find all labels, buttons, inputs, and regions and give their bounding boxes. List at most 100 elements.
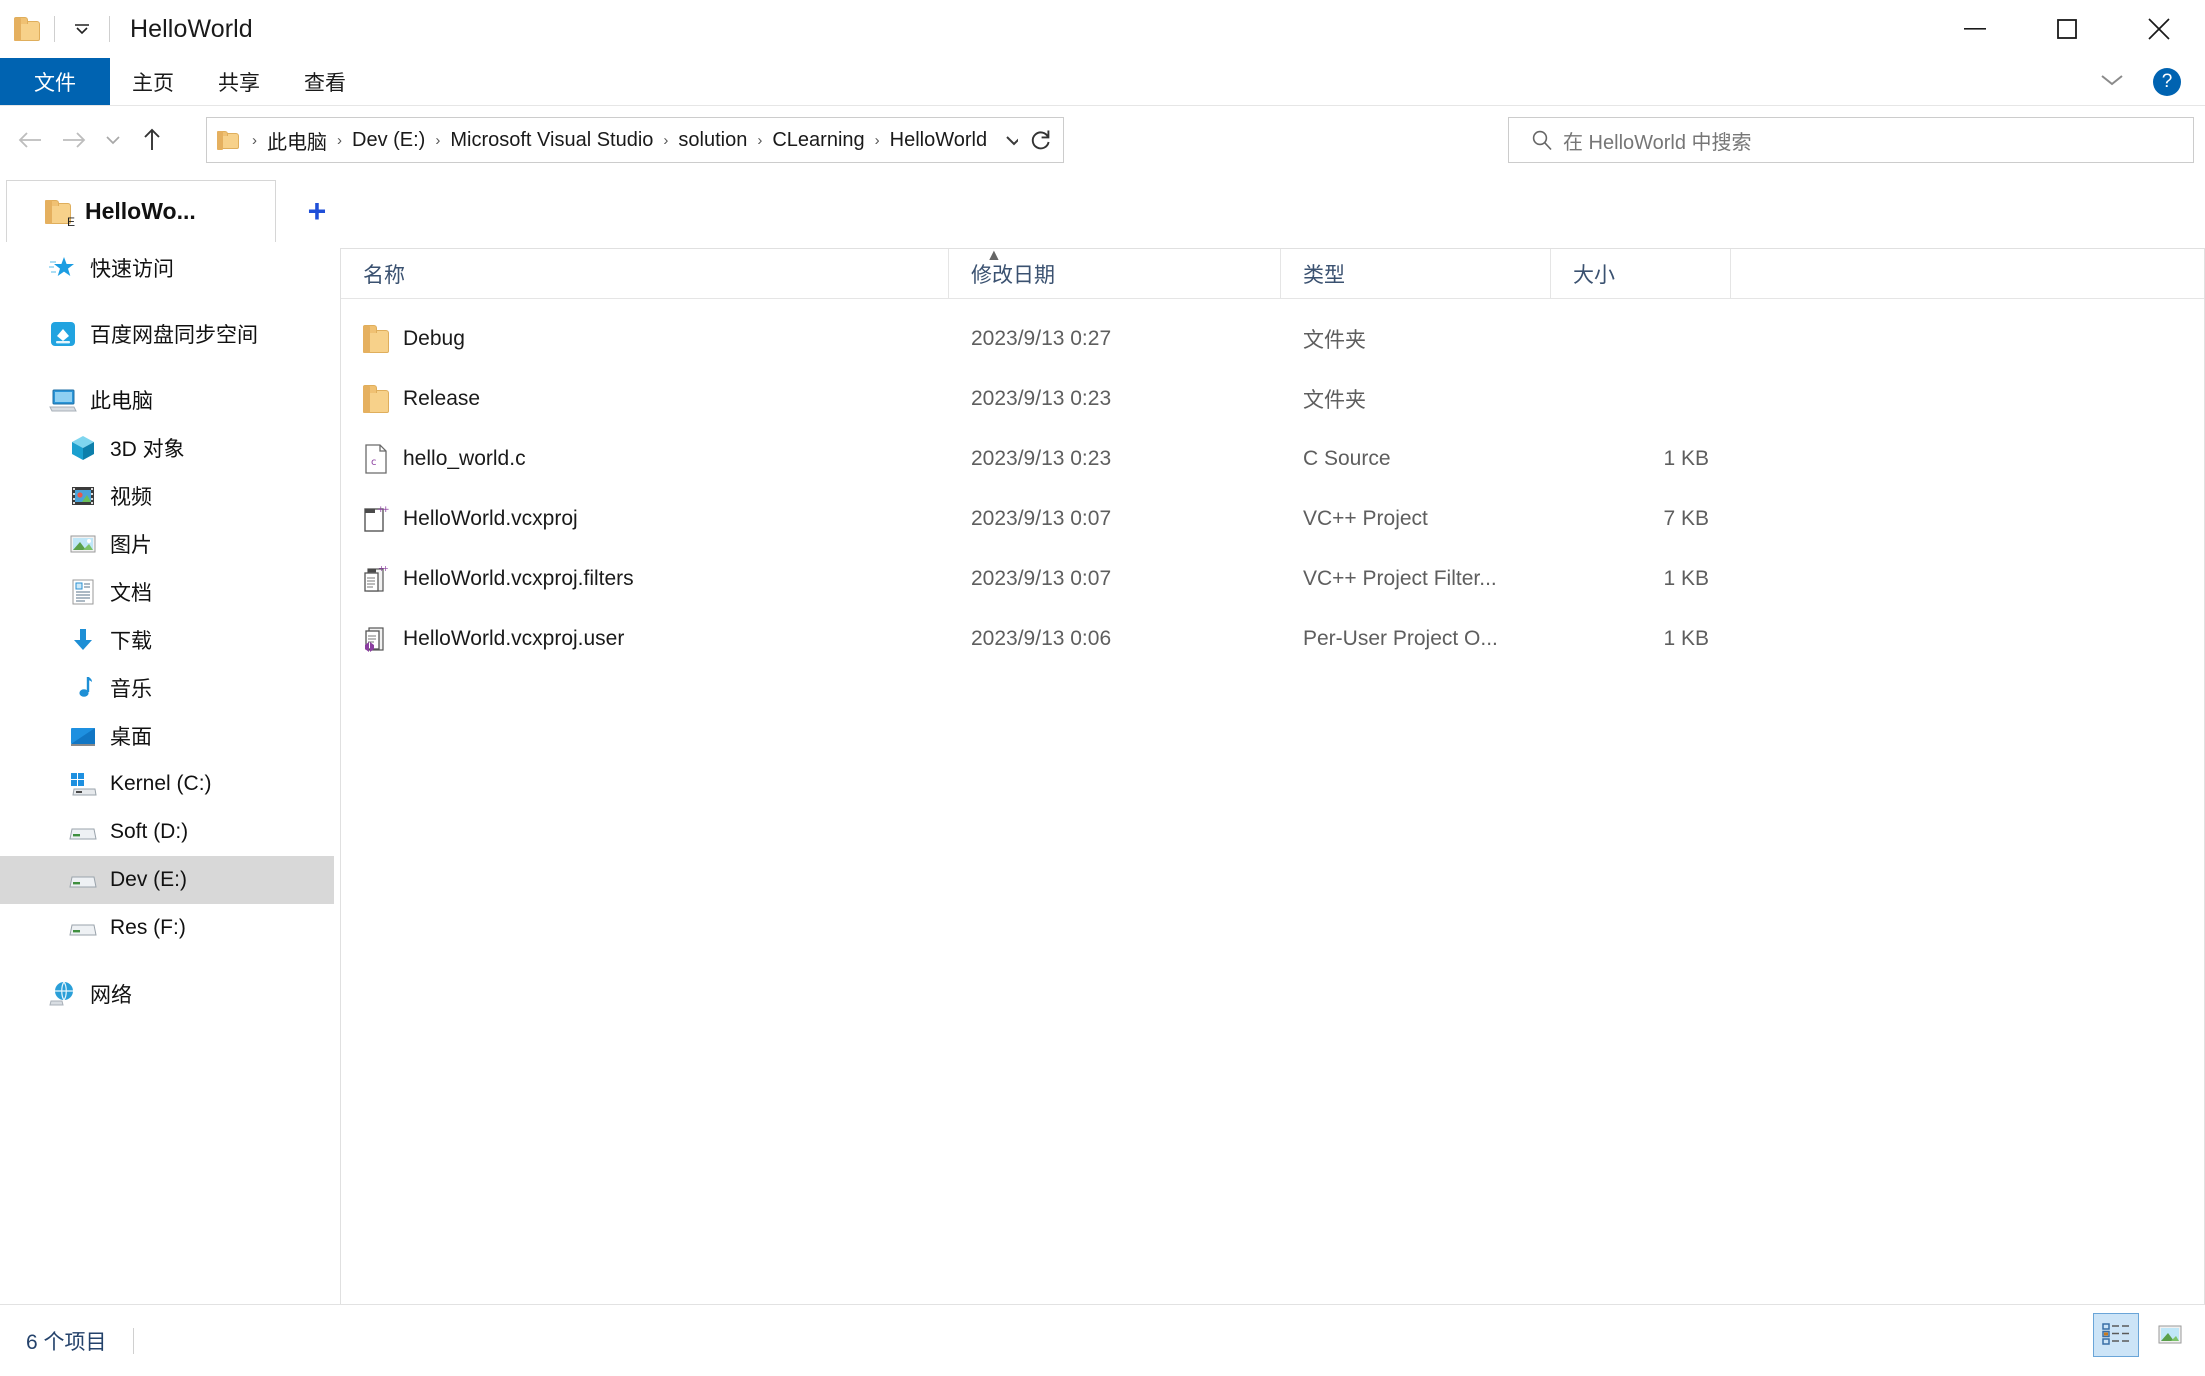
- search-icon: [1531, 129, 1553, 151]
- breadcrumb-item-5[interactable]: HelloWorld: [887, 127, 990, 154]
- table-row[interactable]: HelloWorld.vcxproj.user 2023/9/13 0:06 P…: [341, 609, 2204, 669]
- breadcrumb-item-2[interactable]: Microsoft Visual Studio: [447, 127, 656, 154]
- desktop-icon: [68, 721, 98, 751]
- quick-access-dropdown-icon[interactable]: [69, 16, 95, 42]
- search-box[interactable]: 在 HelloWorld 中搜索: [1508, 117, 2194, 163]
- downloads-icon: [68, 625, 98, 655]
- help-button[interactable]: ?: [2153, 68, 2181, 96]
- sidebar-item-network[interactable]: 网络: [0, 970, 334, 1018]
- sidebar-item-music[interactable]: 音乐: [0, 664, 334, 712]
- chevron-down-icon[interactable]: [2089, 66, 2135, 98]
- file-size-cell: 1 KB: [1663, 447, 1709, 470]
- recent-locations-icon[interactable]: [96, 118, 130, 162]
- folder-tab-strip: E HelloWo... +: [0, 180, 2205, 244]
- column-header-size[interactable]: 大小: [1551, 248, 1731, 299]
- file-name-cell[interactable]: + + HelloWorld.vcxproj.filters: [341, 564, 949, 594]
- sidebar-item-kernel-c[interactable]: Kernel (C:): [0, 760, 334, 808]
- breadcrumb-separator[interactable]: ›: [330, 132, 349, 149]
- file-name-cell[interactable]: Release: [341, 384, 949, 414]
- ribbon-tab-file[interactable]: 文件: [0, 58, 110, 105]
- thumbnail-view-button[interactable]: [2147, 1313, 2193, 1357]
- new-tab-button[interactable]: +: [300, 194, 334, 228]
- vcxproj-user-file-icon: [363, 624, 389, 654]
- table-row[interactable]: + + HelloWorld.vcxproj 2023/9/13 0:07 VC+…: [341, 489, 2204, 549]
- file-name-label: HelloWorld.vcxproj: [403, 507, 578, 530]
- column-header-name[interactable]: 名称: [341, 248, 949, 299]
- file-type-cell: Per-User Project O...: [1303, 627, 1498, 650]
- table-row[interactable]: Debug 2023/9/13 0:27 文件夹: [341, 309, 2204, 369]
- sidebar-item-label: Kernel (C:): [110, 772, 212, 795]
- breadcrumb-item-4[interactable]: CLearning: [769, 127, 867, 154]
- breadcrumb-separator[interactable]: ›: [868, 132, 887, 149]
- sidebar-item-dev-e[interactable]: Dev (E:): [0, 856, 334, 904]
- sidebar-item-label: 桌面: [110, 726, 152, 749]
- breadcrumb-separator[interactable]: ›: [245, 132, 264, 149]
- breadcrumb-separator[interactable]: ›: [428, 132, 447, 149]
- sidebar-item-pictures[interactable]: 图片: [0, 520, 334, 568]
- folder-icon: [363, 384, 389, 414]
- sidebar-item-documents[interactable]: 文档: [0, 568, 334, 616]
- refresh-button[interactable]: [1018, 117, 1064, 163]
- file-size-cell: 7 KB: [1663, 507, 1709, 530]
- breadcrumb: › 此电脑 › Dev (E:) › Microsoft Visual Stud…: [239, 124, 991, 157]
- sidebar-item-label: 音乐: [110, 678, 152, 701]
- sidebar-item-label: 百度网盘同步空间: [90, 324, 258, 347]
- maximize-button[interactable]: [2021, 0, 2113, 58]
- sidebar-item-desktop[interactable]: 桌面: [0, 712, 334, 760]
- svg-text:+: +: [382, 505, 389, 515]
- minimize-button[interactable]: [1929, 0, 2021, 58]
- drive-icon: [68, 865, 98, 895]
- file-name-cell[interactable]: c hello_world.c: [341, 444, 949, 474]
- sidebar-item-videos[interactable]: 视频: [0, 472, 334, 520]
- table-row[interactable]: + + HelloWorld.vcxproj.filters 2023/9/13 …: [341, 549, 2204, 609]
- item-count-label: 6 个项目: [26, 1330, 107, 1354]
- sidebar-item-soft-d[interactable]: Soft (D:): [0, 808, 334, 856]
- details-view-button[interactable]: [2093, 1313, 2139, 1357]
- sidebar-item-baidu-netdisk[interactable]: 百度网盘同步空间: [0, 310, 334, 358]
- file-name-cell[interactable]: HelloWorld.vcxproj.user: [341, 624, 949, 654]
- back-button[interactable]: [8, 118, 52, 162]
- network-icon: [48, 979, 78, 1009]
- sidebar-item-3d-objects[interactable]: 3D 对象: [0, 424, 334, 472]
- ribbon-tab-view[interactable]: 查看: [282, 58, 368, 105]
- breadcrumb-folder-icon: [217, 130, 239, 150]
- file-name-label: Release: [403, 387, 481, 410]
- vcxproj-filters-file-icon: + +: [363, 564, 389, 594]
- folder-tab-helloworld[interactable]: E HelloWo...: [6, 180, 276, 242]
- folder-tab-label: HelloWo...: [85, 198, 196, 224]
- title-divider-1: [54, 16, 55, 42]
- breadcrumb-separator[interactable]: ›: [750, 132, 769, 149]
- table-row[interactable]: Release 2023/9/13 0:23 文件夹: [341, 369, 2204, 429]
- sidebar-item-label: 网络: [90, 984, 132, 1007]
- search-input[interactable]: 在 HelloWorld 中搜索: [1563, 126, 1752, 155]
- up-button[interactable]: [130, 118, 174, 162]
- breadcrumb-item-0[interactable]: 此电脑: [264, 124, 330, 157]
- navigation-sidebar[interactable]: 快速访问 百度网盘同步空间 此电脑 3D 对象 视频 图片 文档 下载 音乐 桌…: [0, 244, 334, 1304]
- file-name-cell[interactable]: Debug: [341, 324, 949, 354]
- file-type-cell: VC++ Project: [1303, 507, 1428, 530]
- file-type-cell: 文件夹: [1303, 329, 1366, 352]
- file-list-panel[interactable]: ▲ 名称 修改日期 类型 大小 Debug 2023/9/13 0:27 文件夹…: [340, 248, 2205, 1328]
- breadcrumb-item-1[interactable]: Dev (E:): [349, 127, 428, 154]
- 3d-objects-icon: [68, 433, 98, 463]
- column-header-type[interactable]: 类型: [1281, 248, 1551, 299]
- file-name-label: HelloWorld.vcxproj.filters: [403, 567, 634, 590]
- close-button[interactable]: [2113, 0, 2205, 58]
- table-row[interactable]: c hello_world.c 2023/9/13 0:23 C Source …: [341, 429, 2204, 489]
- forward-button[interactable]: [52, 118, 96, 162]
- sidebar-item-quick-access[interactable]: 快速访问: [0, 244, 334, 292]
- sidebar-item-label: 下载: [110, 630, 152, 653]
- ribbon-tab-home[interactable]: 主页: [110, 58, 196, 105]
- breadcrumb-item-3[interactable]: solution: [675, 127, 750, 154]
- sidebar-item-res-f[interactable]: Res (F:): [0, 904, 334, 952]
- breadcrumb-separator[interactable]: ›: [656, 132, 675, 149]
- file-name-cell[interactable]: + + HelloWorld.vcxproj: [341, 504, 949, 534]
- sidebar-item-label: 此电脑: [90, 390, 153, 413]
- sidebar-item-this-pc[interactable]: 此电脑: [0, 376, 334, 424]
- ribbon-tab-share[interactable]: 共享: [196, 58, 282, 105]
- sidebar-item-downloads[interactable]: 下载: [0, 616, 334, 664]
- title-divider-2: [109, 16, 110, 42]
- address-breadcrumb-bar[interactable]: › 此电脑 › Dev (E:) › Microsoft Visual Stud…: [206, 117, 1038, 163]
